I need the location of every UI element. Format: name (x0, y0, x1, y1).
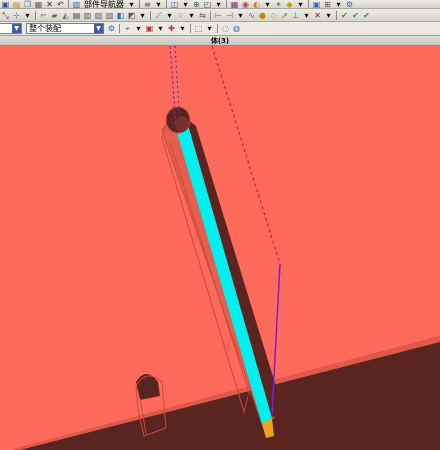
point-icon[interactable]: ● (258, 11, 267, 20)
graphics-window-title: 体(3) (0, 36, 440, 46)
snap-icon[interactable]: ⤡ (1, 11, 10, 20)
toolbar-separator (139, 0, 140, 8)
chevron-down-icon[interactable]: ▾ (236, 11, 245, 20)
chevron-down-icon[interactable]: ▾ (181, 0, 190, 8)
extrude-icon[interactable]: ▰ (50, 11, 59, 20)
chevron-down-icon[interactable]: ▼ (12, 24, 21, 33)
pocket-icon[interactable]: ▧ (94, 11, 103, 20)
pattern-icon[interactable]: ⁘ (176, 11, 185, 20)
chevron-down-icon[interactable]: ▾ (165, 11, 174, 20)
part-navigator-icon[interactable]: ▥ (72, 0, 81, 8)
shaded-icon[interactable]: ◍ (232, 24, 241, 33)
chevron-down-icon[interactable]: ▾ (302, 11, 311, 20)
snap-endpoint-icon[interactable]: ⌖ (123, 24, 132, 33)
chevron-down-icon[interactable]: ▾ (324, 11, 333, 20)
axis-icon[interactable]: ↗ (280, 11, 289, 20)
view-icon[interactable]: ◫ (170, 0, 179, 8)
main-toolbar: ▣ ▤ ❐ ▦ ✕ ↶ ▥ 部件导航器 ▾ ≡ ▾ ◫ ▾ ⊕ ◰ ▾ ▦ ◉ … (0, 0, 440, 9)
toolbar-separator (336, 10, 337, 20)
chevron-down-icon[interactable]: ▾ (214, 0, 223, 8)
part-navigator-label[interactable]: 部件导航器 (84, 0, 124, 8)
save-icon[interactable]: ▣ (1, 0, 10, 8)
paste-icon[interactable]: ▦ (34, 0, 43, 8)
slot-highlight-face[interactable] (174, 118, 272, 424)
feature-toolbar: ⤡ ⊹ ▾ ⌐ ▰ ◭ ▤ ▥ ▧ ▨ ◧ ◩ ▾ ⟋ ▾ ⁘ ▾ ⇋ ⊢ ⊣ … (0, 9, 440, 22)
open-icon[interactable]: ▤ (12, 0, 21, 8)
chevron-down-icon[interactable]: ▼ (94, 24, 103, 33)
csys-icon[interactable]: ⊥ (291, 11, 300, 20)
check-icon[interactable]: ✔ (351, 11, 360, 20)
slot-top-inner (175, 116, 189, 132)
toolbar-separator (35, 10, 36, 20)
trim-icon[interactable]: ⟋ (154, 11, 163, 20)
layer-icon[interactable]: ≡ (143, 0, 152, 8)
graphics-viewport[interactable] (0, 46, 440, 450)
undo-icon[interactable]: ↶ (56, 0, 65, 8)
revolve-icon[interactable]: ◭ (61, 11, 70, 20)
color-icon[interactable]: ◆ (285, 0, 294, 8)
curve-icon[interactable]: ∿ (247, 11, 256, 20)
zoom-icon[interactable]: ⊕ (192, 0, 201, 8)
chevron-down-icon[interactable]: ▾ (154, 0, 163, 8)
scope-value: 整个装配 (29, 24, 61, 33)
render-icon[interactable]: ◉ (241, 0, 250, 8)
grid-icon[interactable]: ▦ (230, 0, 239, 8)
chevron-down-icon[interactable]: ▾ (127, 0, 136, 8)
toolbar-separator (150, 10, 151, 20)
shell-icon[interactable]: ▨ (105, 11, 114, 20)
check-icon[interactable]: ✔ (340, 11, 349, 20)
chevron-down-icon[interactable]: ▾ (134, 24, 143, 33)
chevron-down-icon[interactable]: ▾ (263, 0, 272, 8)
chevron-down-icon[interactable]: ▾ (138, 11, 147, 20)
dimension-icon[interactable]: ⊢ (214, 11, 223, 20)
settings-icon[interactable]: ⚙ (345, 0, 354, 8)
toolbar-separator (119, 24, 120, 33)
plane-icon[interactable]: ◇ (269, 11, 278, 20)
chevron-down-icon[interactable]: ▾ (187, 11, 196, 20)
chevron-down-icon[interactable]: ▾ (296, 0, 305, 8)
sketch-icon[interactable]: ⌐ (39, 11, 48, 20)
model-render (10, 46, 440, 450)
close-icon[interactable]: ✕ (313, 11, 322, 20)
hole-icon[interactable]: ▤ (72, 11, 81, 20)
toolbar-separator (308, 0, 309, 8)
analysis-icon[interactable]: ▣ (312, 0, 321, 8)
scope-select[interactable]: 整个装配 ▼ (26, 23, 104, 34)
chamfer-icon[interactable]: ◩ (127, 11, 136, 20)
fit-icon[interactable]: ◰ (203, 0, 212, 8)
chevron-down-icon[interactable]: ▾ (205, 24, 214, 33)
copy-icon[interactable]: ❐ (23, 0, 32, 8)
toolbar-separator (190, 24, 191, 33)
check-icon[interactable]: ✔ (362, 11, 371, 20)
toolbar-separator (226, 0, 227, 8)
wireframe-icon[interactable]: ◌ (221, 24, 230, 33)
light-icon[interactable]: ✦ (274, 0, 283, 8)
type-filter-select[interactable]: ▼ (0, 23, 22, 34)
chevron-down-icon[interactable]: ▾ (178, 24, 187, 33)
mirror-icon[interactable]: ⇋ (198, 11, 207, 20)
shade-icon[interactable]: ◐ (252, 0, 261, 8)
boss-icon[interactable]: ▥ (83, 11, 92, 20)
chevron-down-icon[interactable]: ▾ (23, 11, 32, 20)
chevron-down-icon[interactable]: ▾ (334, 0, 343, 8)
constraint-icon[interactable]: ⊣ (225, 11, 234, 20)
toolbar-separator (217, 24, 218, 33)
toolbar-separator (68, 0, 69, 8)
snap-midpoint-icon[interactable]: ▣ (145, 24, 154, 33)
measure-icon[interactable]: ⊞ (323, 0, 332, 8)
snap-point-icon[interactable]: ⊹ (12, 11, 21, 20)
toolbar-separator (166, 0, 167, 8)
chevron-down-icon[interactable]: ▾ (156, 24, 165, 33)
delete-icon[interactable]: ✕ (45, 0, 54, 8)
filter-icon[interactable]: ⚙ (107, 24, 116, 33)
selection-bar: ▼ 整个装配 ▼ ⚙ ⌖ ▾ ▣ ▾ ✚ ▾ ⬚ ▾ ◌ ◍ (0, 22, 440, 36)
toolbar-separator (210, 10, 211, 20)
snap-center-icon[interactable]: ✚ (167, 24, 176, 33)
graphics-window-title-text: 体(3) (210, 37, 230, 45)
select-box-icon[interactable]: ⬚ (194, 24, 203, 33)
blend-icon[interactable]: ◧ (116, 11, 125, 20)
